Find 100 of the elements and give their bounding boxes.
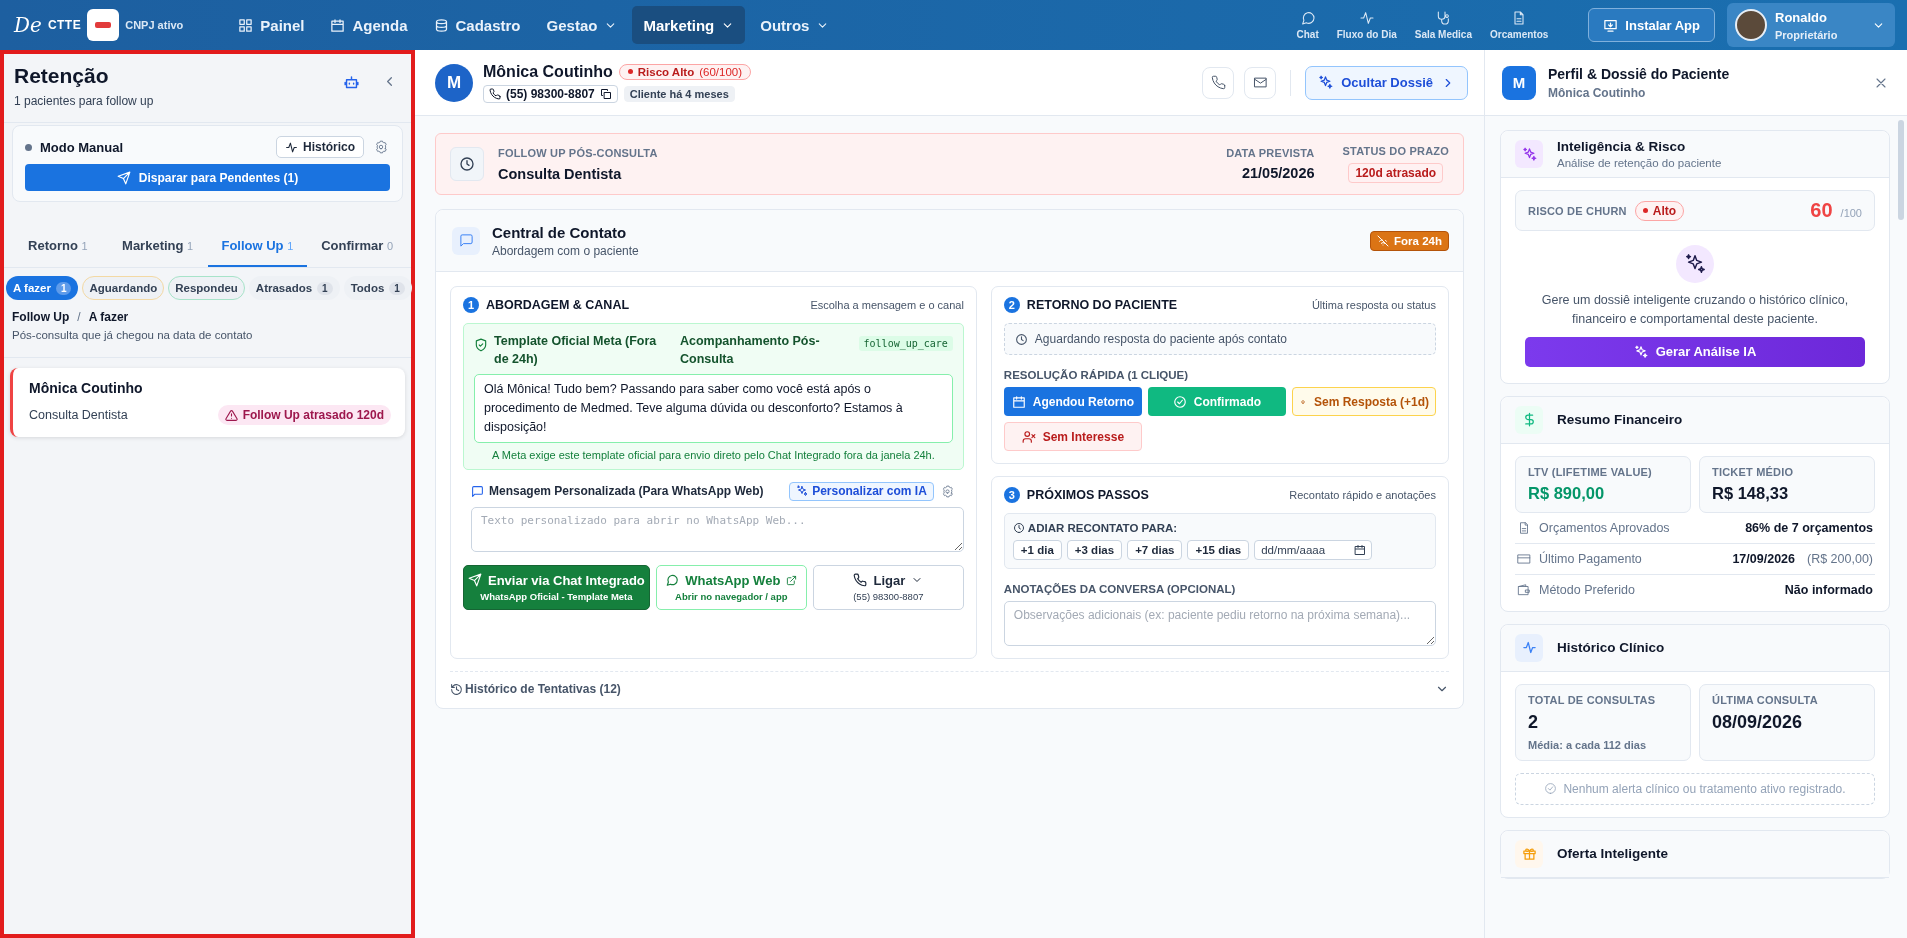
- patient-avatar: M: [1502, 65, 1536, 100]
- cnpj-status: CNPJ ativo: [125, 19, 184, 31]
- nav-item[interactable]: Gestao: [535, 6, 629, 44]
- stat-label: ÚLTIMA CONSULTA: [1712, 693, 1819, 706]
- sparkles-icon: [1633, 344, 1648, 359]
- patient-avatar: M: [435, 63, 473, 102]
- attempts-toggle[interactable]: Histórico de Tentativas (12): [450, 671, 1449, 708]
- clinic-logo-icon: [87, 9, 120, 41]
- hide-dossier-button[interactable]: Ocultar Dossiê: [1305, 65, 1468, 100]
- card-title: Oferta Inteligente: [1557, 846, 1669, 861]
- dispatch-button[interactable]: Disparar para Pendentes (1): [25, 164, 390, 191]
- filter-chip[interactable]: A fazer 1: [6, 276, 79, 300]
- phone-pill[interactable]: (55) 98300-8807: [483, 84, 618, 103]
- notes-field[interactable]: Observações adicionais (ex: paciente pediu retorno na próxima semana)...: [1003, 601, 1436, 646]
- quick-action-button[interactable]: Sem Interesse: [1003, 422, 1142, 451]
- custom-message-field[interactable]: Texto personalizado para abrir no WhatsApp Web...: [471, 506, 964, 552]
- install-app-button[interactable]: Instalar App: [1588, 8, 1715, 42]
- call-button[interactable]: [1202, 66, 1235, 99]
- finance-value: 17/09/2026: [1732, 551, 1795, 566]
- template-name: Template Oficial Meta (Fora de 24h): [494, 333, 658, 369]
- dollar-icon: [1515, 405, 1543, 434]
- quick-action-button[interactable]: Sem Resposta (+1d): [1291, 387, 1436, 416]
- email-button[interactable]: [1244, 66, 1277, 99]
- sparkles-icon: [796, 485, 809, 497]
- postpone-option-button[interactable]: +7 dias: [1127, 540, 1183, 560]
- breadcrumb-separator: /: [77, 310, 81, 324]
- filter-chip[interactable]: Aguardando: [82, 276, 165, 300]
- shortcut-button[interactable]: Orcamentos: [1484, 10, 1555, 40]
- channel-button[interactable]: Enviar via Chat Integrado WhatsApp Oficial - Template Meta: [463, 564, 650, 610]
- wallet-icon: [1517, 582, 1531, 597]
- deadline-status-label: STATUS DO PRAZO: [1342, 145, 1449, 157]
- nav-item[interactable]: Painel: [227, 6, 316, 44]
- chat-bubble-icon: [665, 573, 680, 587]
- overdue-tag: 120d atrasado: [1348, 163, 1444, 183]
- patient-name: Mônica Coutinho: [483, 62, 613, 81]
- custom-message-label: Mensagem Personalizada (Para WhatsApp Web): [489, 484, 765, 498]
- due-date-label: DATA PREVISTA: [1226, 147, 1315, 159]
- step-number: 1: [463, 297, 479, 313]
- step-number: 3: [1003, 487, 1020, 503]
- follow-up-title: Consulta Dentista: [498, 165, 623, 182]
- section-hint: Escolha a mensagem e o canal: [810, 299, 964, 311]
- nav-item[interactable]: Marketing: [632, 6, 746, 44]
- category-tab[interactable]: Confirmar 0: [307, 230, 407, 267]
- postpone-option-button[interactable]: +1 dia: [1012, 540, 1062, 560]
- card-title: Resumo Financeiro: [1557, 412, 1683, 427]
- database-icon: [433, 17, 449, 33]
- breadcrumb-item[interactable]: A fazer: [88, 310, 129, 324]
- history-icon: [450, 682, 463, 696]
- channel-button[interactable]: WhatsApp Web Abrir no navegador / app: [655, 564, 807, 610]
- settings-icon: [374, 140, 388, 154]
- category-tab[interactable]: Retorno 1: [8, 230, 108, 267]
- template-note: A Meta exige este template oficial para envio direto pelo Chat Integrado fora da janela 24h.: [491, 448, 936, 461]
- dossier-title: Perfil & Dossiê do Paciente: [1548, 65, 1730, 82]
- sparkles-icon: [1318, 75, 1334, 90]
- document-icon: [1517, 520, 1531, 535]
- channel-button[interactable]: Ligar (55) 98300-8807: [812, 564, 964, 610]
- generate-analysis-button[interactable]: Gerar Análise IA: [1525, 336, 1865, 367]
- install-icon: [1603, 17, 1619, 33]
- client-since-tag: Cliente há 4 meses: [623, 85, 735, 102]
- clock-icon: [1012, 522, 1025, 534]
- shortcut-button[interactable]: Sala Medica: [1408, 10, 1478, 40]
- stat-label: LTV (LIFETIME VALUE): [1528, 465, 1653, 478]
- nav-item[interactable]: Agenda: [319, 6, 419, 44]
- filter-chip[interactable]: Todos 1: [343, 276, 412, 300]
- history-button[interactable]: Histórico: [276, 136, 364, 158]
- filter-chip[interactable]: Respondeu: [168, 276, 245, 300]
- quick-action-button[interactable]: Agendou Retorno: [1003, 387, 1142, 416]
- finance-value: Não informado: [1784, 582, 1873, 597]
- nav-item[interactable]: Cadastro: [422, 6, 532, 44]
- stat-value: R$ 148,33: [1712, 483, 1790, 503]
- quick-resolution-label: RESOLUÇÃO RÁPIDA (1 CLIQUE): [1003, 369, 1190, 381]
- category-tab[interactable]: Marketing 1: [107, 230, 208, 267]
- filter-chip[interactable]: Atrasados 1: [248, 276, 340, 300]
- shortcut-button[interactable]: Chat: [1290, 10, 1325, 40]
- personalize-ai-button[interactable]: Personalizar com IA: [789, 481, 934, 501]
- template-purpose: Acompanhamento Pós-Consulta: [680, 333, 821, 369]
- copy-icon: [599, 87, 612, 100]
- stethoscope-icon: [1435, 10, 1452, 26]
- credit-card-icon: [1517, 551, 1531, 566]
- date-field[interactable]: dd/mm/aaaa: [1254, 540, 1373, 560]
- card-title: Central de Contato: [492, 223, 628, 241]
- postpone-option-button[interactable]: +15 dias: [1187, 540, 1250, 560]
- postpone-label: ADIAR RECONTATO PARA:: [1027, 522, 1178, 534]
- user-menu[interactable]: Ronaldo Proprietário: [1727, 3, 1895, 47]
- nav-item[interactable]: Outros: [749, 6, 841, 44]
- grid-icon: [238, 17, 254, 33]
- chat-bubble-icon: [1299, 10, 1316, 26]
- category-tab[interactable]: Follow Up 1: [207, 230, 308, 267]
- shield-check-icon: [474, 338, 488, 352]
- payment-amount: (R$ 200,00): [1807, 551, 1873, 566]
- patient-card[interactable]: Mônica Coutinho Consulta Dentista Follow Up atrasado 120d: [10, 368, 405, 437]
- card-subtitle: Análise de retenção do paciente: [1557, 157, 1722, 169]
- calendar-icon: [330, 17, 346, 33]
- postpone-option-button[interactable]: +3 dias: [1066, 540, 1123, 560]
- breadcrumb-item[interactable]: Follow Up: [12, 310, 70, 324]
- patient-name: Mônica Coutinho: [1548, 85, 1647, 100]
- shortcut-button[interactable]: Fluxo do Dia: [1330, 10, 1403, 40]
- user-name: Ronaldo: [1775, 9, 1828, 25]
- template-message: Olá Mônica! Tudo bem? Passando para saber como você está após o procedimento de Medmed. Teve alguma dúvida ou desconforto? Estamos à disposição!: [474, 374, 953, 443]
- filter-description: Pós-consulta que já chegou na data de contato: [4, 324, 411, 358]
